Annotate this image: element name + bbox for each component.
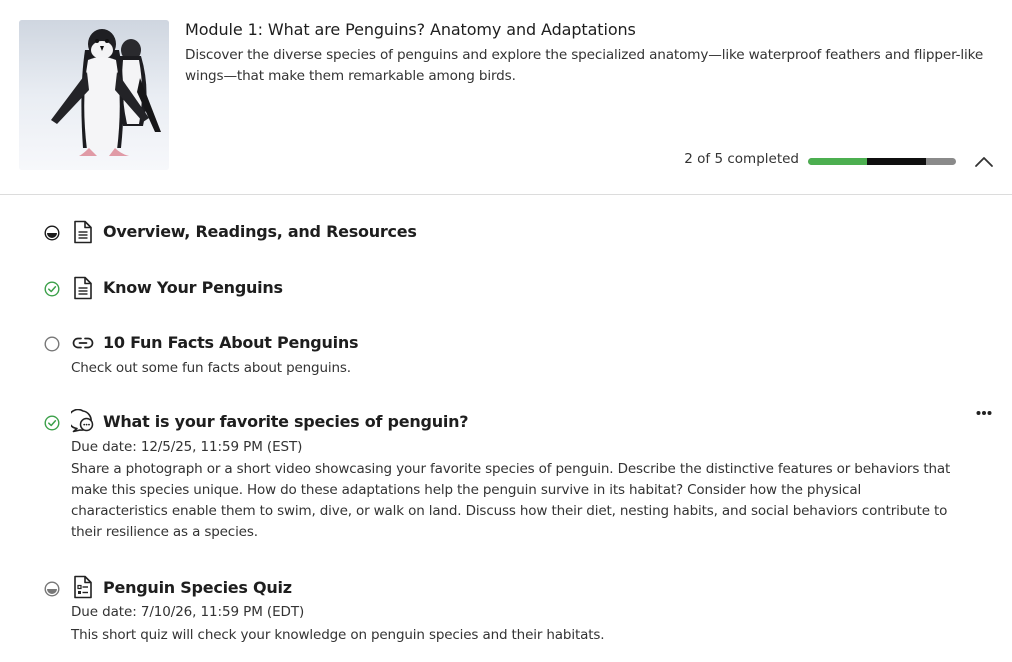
progress-in-progress-segment <box>867 158 927 165</box>
status-not-started-icon <box>44 336 60 352</box>
quiz-icon <box>74 575 92 599</box>
item-description: Check out some fun facts about penguins. <box>71 360 351 376</box>
progress-complete-segment <box>808 158 868 165</box>
item-title[interactable]: 10 Fun Facts About Penguins <box>103 333 358 352</box>
item-title[interactable]: Know Your Penguins <box>103 278 283 297</box>
content-item: 10 Fun Facts About Penguins Check out so… <box>0 330 1012 380</box>
content-item: Know Your Penguins <box>0 274 1012 304</box>
document-icon <box>74 276 92 300</box>
content-item: Overview, Readings, and Resources <box>0 218 1012 248</box>
progress-bar <box>808 158 956 165</box>
content-item: What is your favorite species of penguin… <box>0 408 1012 548</box>
module-description: Discover the diverse species of penguins… <box>185 47 984 84</box>
status-complete-icon <box>44 415 60 431</box>
item-description: This short quiz will check your knowledg… <box>71 627 605 643</box>
status-in-progress-icon <box>44 581 60 597</box>
penguin-photo-icon <box>19 20 169 170</box>
item-title[interactable]: Penguin Species Quiz <box>103 578 292 597</box>
more-options-icon[interactable] <box>970 405 998 421</box>
item-due-date: Due date: 12/5/25, 11:59 PM (EST) <box>71 439 303 455</box>
document-icon <box>74 220 92 244</box>
item-title[interactable]: What is your favorite species of penguin… <box>103 412 469 431</box>
module-title: Module 1: What are Penguins? Anatomy and… <box>185 20 636 39</box>
module-header: Module 1: What are Penguins? Anatomy and… <box>0 0 1012 195</box>
module-thumbnail <box>19 20 169 170</box>
chevron-up-icon <box>975 157 993 167</box>
content-item: Penguin Species Quiz Due date: 7/10/26, … <box>0 574 1012 646</box>
item-description: Share a photograph or a short video show… <box>71 461 951 540</box>
item-due-date: Due date: 7/10/26, 11:59 PM (EDT) <box>71 604 305 620</box>
collapse-module-button[interactable] <box>972 150 996 172</box>
link-icon <box>72 337 94 349</box>
discussion-icon <box>71 409 94 433</box>
status-in-progress-icon <box>44 225 60 241</box>
item-title[interactable]: Overview, Readings, and Resources <box>103 222 417 241</box>
module-progress: 2 of 5 completed <box>0 150 1012 172</box>
status-complete-icon <box>44 281 60 297</box>
progress-text: 2 of 5 completed <box>684 151 799 167</box>
